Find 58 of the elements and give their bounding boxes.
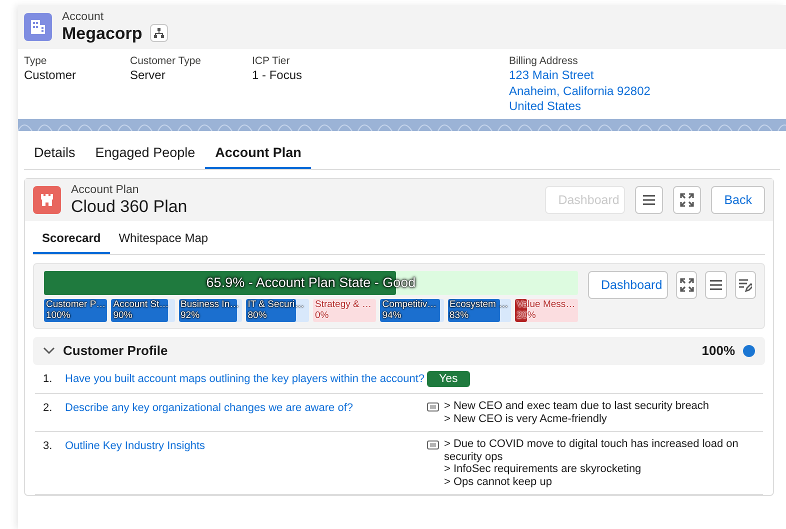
question-link[interactable]: Have you built account maps outlining the key players within the account? <box>65 370 427 388</box>
score-segment: Competitiv… 94% <box>380 299 444 322</box>
score-segment: Ecosystem … 83% <box>448 299 511 322</box>
object-label: Account <box>62 11 105 24</box>
section-header[interactable]: Customer Profile 100% <box>33 337 765 365</box>
hierarchy-icon <box>154 28 164 38</box>
menu-icon <box>642 193 656 208</box>
field-label: Customer Type <box>130 55 202 68</box>
answer-line: > New CEO is very Acme-friendly <box>444 412 608 426</box>
section-title: Customer Profile <box>63 342 169 360</box>
back-button[interactable]: Back <box>711 186 765 214</box>
answer-line: > New CEO and exec team due to last security breach <box>444 400 710 413</box>
question-number: 1. <box>43 372 54 387</box>
object-label: Account Plan <box>71 184 140 197</box>
plan-tab[interactable]: Whitespace Map <box>110 224 218 254</box>
answer-line: > InfoSec requirements are skyrocketing <box>444 463 642 476</box>
building-icon <box>24 13 52 42</box>
answer-line: > Ops cannot keep up <box>444 476 553 488</box>
score-segment: Strategy & … 0% <box>313 299 376 322</box>
address-link[interactable]: United States <box>509 99 709 115</box>
answer-badge: Yes <box>427 370 470 388</box>
plan-tab[interactable]: Scorecard <box>33 224 110 254</box>
note-icon <box>427 440 439 450</box>
question-number: 3. <box>43 439 54 454</box>
question-link[interactable]: Outline Key Industry Insights <box>65 438 427 488</box>
castle-icon <box>33 186 61 214</box>
expand-icon <box>680 193 694 208</box>
address-link[interactable]: Anaheim, California 92802 <box>509 84 709 100</box>
menu-button[interactable] <box>705 271 727 300</box>
field-label: Billing Address <box>509 55 579 68</box>
field-value: 1 - Focus <box>252 68 304 84</box>
field-label: ICP Tier <box>252 55 291 68</box>
address-link[interactable]: 123 Main Street <box>509 68 709 84</box>
record-tab[interactable]: Details <box>24 138 86 169</box>
field-value: Server <box>130 68 166 84</box>
edit-button[interactable] <box>734 271 756 300</box>
expand-icon <box>680 278 694 292</box>
question-number: 2. <box>43 401 54 416</box>
list-edit-icon <box>738 278 752 292</box>
score-segment: Account St… 90% <box>111 299 174 322</box>
dashboard-button[interactable]: Dashboard <box>588 271 668 300</box>
record-tab[interactable]: Account Plan <box>205 138 312 169</box>
question-link[interactable]: Describe any key organizational changes we are aware of? <box>65 400 427 426</box>
field-value: Customer <box>24 68 78 84</box>
answer-line: > Due to COVID move to digital touch has increased load on security ops <box>444 438 740 464</box>
note-icon <box>427 402 439 412</box>
plan-title: Cloud 360 Plan <box>71 196 188 216</box>
field-label: Type <box>24 55 48 68</box>
expand-button[interactable] <box>673 186 702 214</box>
chevron-icon <box>43 346 55 355</box>
score-segment: Customer P… 100% <box>44 299 108 322</box>
expand-button[interactable] <box>676 271 698 300</box>
menu-icon <box>708 278 723 292</box>
menu-button[interactable] <box>635 186 664 214</box>
record-tab[interactable]: Engaged People <box>85 138 206 169</box>
hierarchy-button[interactable] <box>150 24 168 42</box>
record-title: Megacorp <box>62 24 142 44</box>
section-score: 100% <box>702 342 735 360</box>
